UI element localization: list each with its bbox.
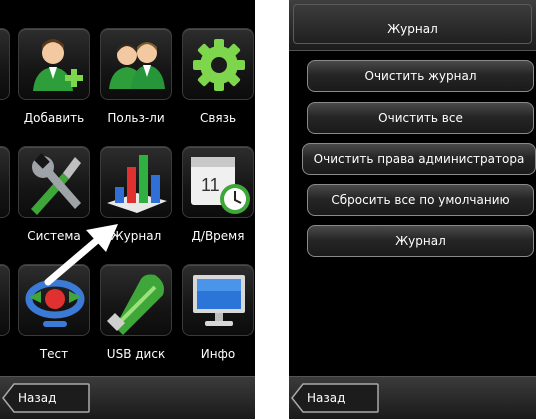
tile-add-user[interactable] bbox=[18, 28, 90, 100]
tile-communication[interactable] bbox=[182, 28, 254, 100]
offscreen-tile bbox=[0, 264, 10, 336]
tile-label: Инфо bbox=[200, 347, 236, 361]
clear-all-button[interactable]: Очистить все bbox=[307, 102, 534, 134]
tile-users[interactable] bbox=[100, 28, 172, 100]
add-user-icon bbox=[19, 29, 91, 101]
bar-chart-icon bbox=[101, 147, 173, 219]
tile-label: USB диск bbox=[106, 347, 166, 361]
page-title: Журнал bbox=[387, 22, 438, 36]
log-menu-screen: Журнал Очистить журнал Очистить все Очис… bbox=[289, 0, 536, 419]
title-bar: Журнал bbox=[289, 0, 536, 51]
main-menu-screen: Добавить Польз-ли Связь Система Журнал 1… bbox=[0, 0, 255, 419]
calendar-clock-icon: 11 bbox=[183, 147, 255, 219]
users-icon bbox=[101, 29, 173, 101]
pointer-arrow-icon bbox=[44, 224, 118, 286]
tile-log[interactable] bbox=[100, 146, 172, 218]
tile-label: Связь bbox=[199, 111, 237, 125]
back-button[interactable]: Назад bbox=[291, 383, 379, 413]
back-button-label: Назад bbox=[307, 391, 346, 405]
tile-label: Д/Время bbox=[191, 229, 245, 243]
svg-text:11: 11 bbox=[201, 175, 220, 195]
clear-log-button[interactable]: Очистить журнал bbox=[307, 60, 534, 92]
log-button[interactable]: Журнал bbox=[307, 225, 534, 257]
tile-label: Добавить bbox=[23, 111, 85, 125]
reset-defaults-button[interactable]: Сбросить все по умолчанию bbox=[307, 184, 534, 216]
wrench-screwdriver-icon bbox=[19, 147, 91, 219]
tile-label: Тест bbox=[39, 347, 69, 361]
tile-date-time[interactable]: 11 bbox=[182, 146, 254, 218]
back-button[interactable]: Назад bbox=[2, 383, 90, 413]
offscreen-tile bbox=[0, 28, 10, 100]
monitor-icon bbox=[183, 265, 255, 337]
tile-system[interactable] bbox=[18, 146, 90, 218]
tile-info[interactable] bbox=[182, 264, 254, 336]
gear-icon bbox=[183, 29, 255, 101]
bottom-bar: Назад bbox=[289, 376, 536, 419]
back-button-label: Назад bbox=[18, 391, 57, 405]
clear-admin-rights-button[interactable]: Очистить права администратора bbox=[302, 143, 536, 175]
offscreen-tile bbox=[0, 146, 10, 218]
tile-label: Польз-ли bbox=[107, 111, 165, 125]
bottom-bar: Назад bbox=[0, 376, 255, 419]
